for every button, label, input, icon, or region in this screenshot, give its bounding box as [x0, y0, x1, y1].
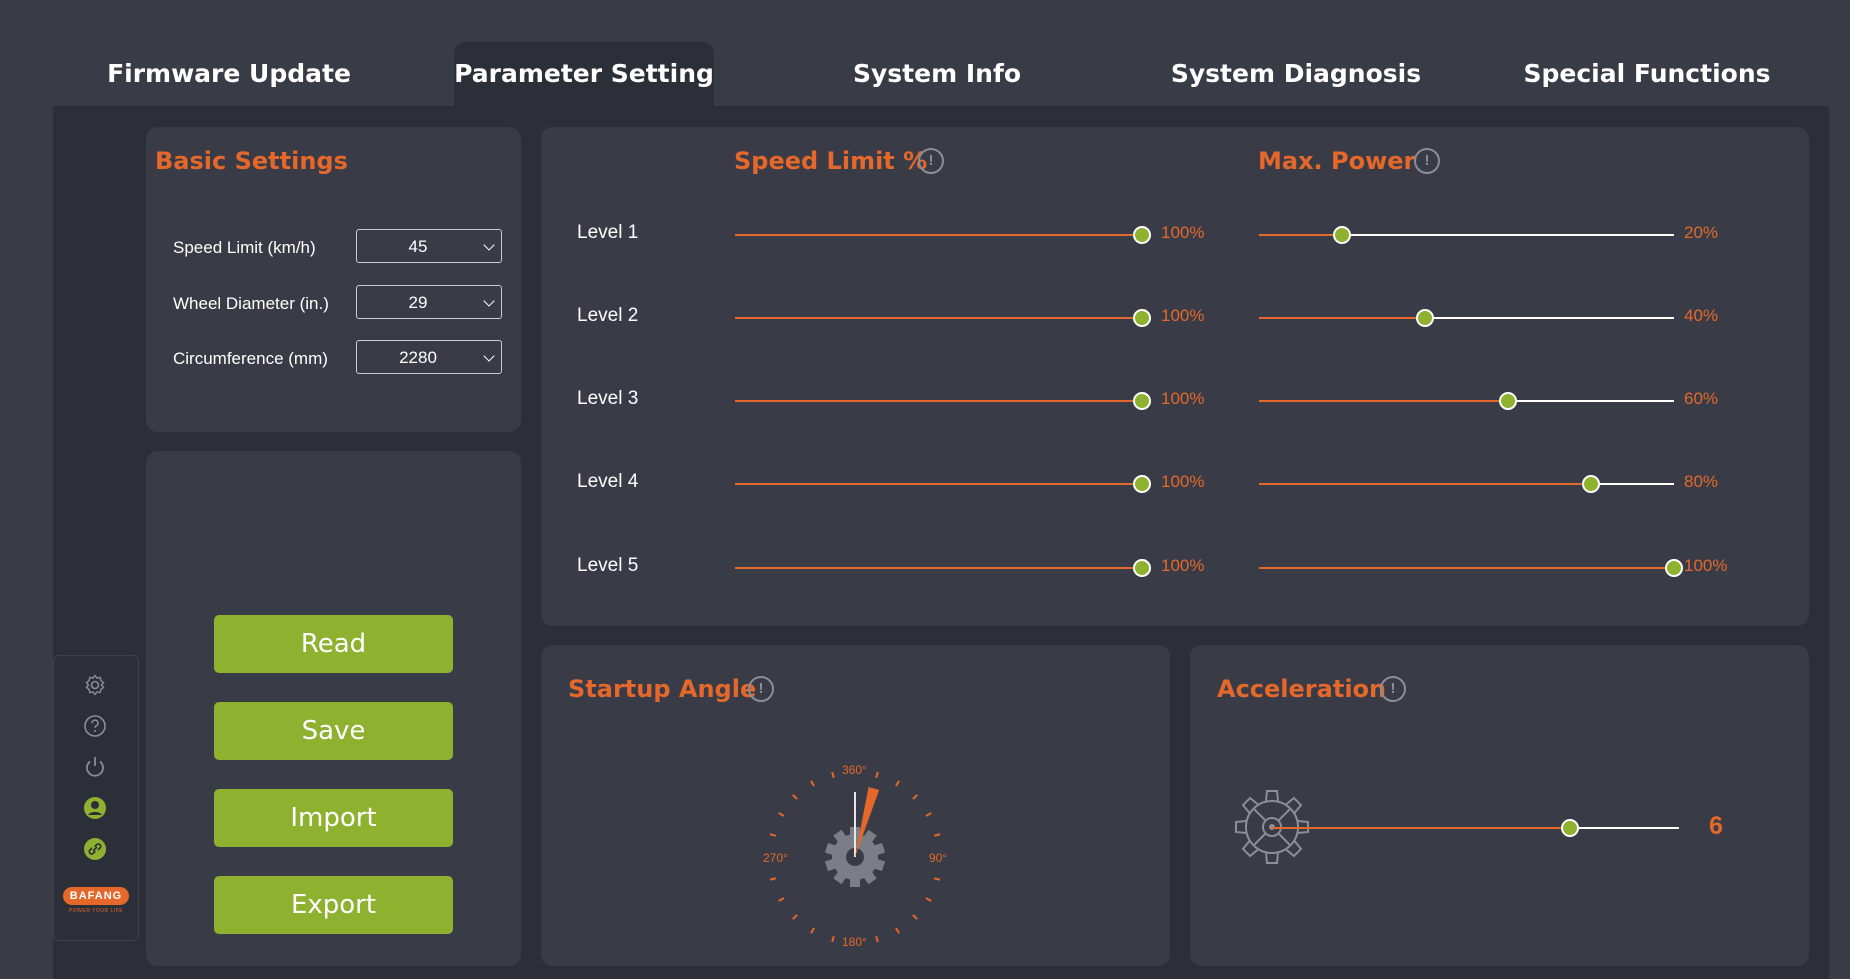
tab-firmware-update[interactable]: Firmware Update	[104, 42, 354, 106]
speed-limit-slider-thumb[interactable]	[1133, 392, 1151, 410]
tab-bar: Firmware Update Parameter Setting System…	[0, 0, 1850, 106]
bafang-logo: BAFANG	[63, 887, 129, 905]
max-power-slider-track[interactable]	[1591, 483, 1674, 485]
max-power-slider-thumb[interactable]	[1333, 226, 1351, 244]
speed-limit-select[interactable]: 45	[356, 229, 502, 263]
wheel-diameter-value: 29	[408, 293, 428, 312]
speed-limit-slider-thumb[interactable]	[1133, 226, 1151, 244]
max-power-slider-fill	[1259, 483, 1591, 485]
speed-limit-slider-fill	[735, 567, 1142, 569]
info-icon[interactable]: !	[1414, 148, 1440, 174]
link-icon[interactable]	[83, 837, 107, 861]
level-label: Level 4	[577, 471, 639, 492]
export-button[interactable]: Export	[214, 876, 453, 934]
tab-special-functions[interactable]: Special Functions	[1520, 42, 1774, 106]
speed-limit-slider-thumb[interactable]	[1133, 309, 1151, 327]
basic-settings-title: Basic Settings	[155, 147, 348, 175]
wheel-diameter-label: Wheel Diameter (in.)	[173, 294, 329, 313]
chevron-down-icon	[483, 295, 495, 307]
dial-label-top: 360°	[842, 763, 867, 777]
max-power-slider-thumb[interactable]	[1665, 559, 1683, 577]
chevron-down-icon	[483, 350, 495, 362]
levels-panel	[541, 127, 1809, 626]
max-power-slider-thumb[interactable]	[1416, 309, 1434, 327]
acceleration-slider-track[interactable]	[1570, 827, 1679, 829]
max-power-slider-track[interactable]	[1508, 400, 1674, 402]
wheel-diameter-select[interactable]: 29	[356, 285, 502, 319]
max-power-percent: 20%	[1684, 223, 1719, 242]
gear-icon[interactable]	[83, 673, 107, 697]
max-power-slider-fill	[1259, 567, 1674, 569]
dial-label-right: 90°	[929, 851, 948, 865]
speed-limit-slider-fill	[735, 317, 1142, 319]
level-label: Level 1	[577, 222, 639, 243]
logo-tagline: POWER YOUR LIFE	[68, 908, 124, 914]
chevron-down-icon	[483, 239, 495, 251]
acceleration-title: Acceleration	[1217, 675, 1387, 703]
tab-system-diagnosis[interactable]: System Diagnosis	[1166, 42, 1426, 106]
circumference-label: Circumference (mm)	[173, 349, 328, 368]
read-button[interactable]: Read	[214, 615, 453, 673]
info-icon[interactable]: !	[748, 676, 774, 702]
info-icon[interactable]: !	[1380, 676, 1406, 702]
max-power-title: Max. Power	[1258, 147, 1416, 175]
user-icon[interactable]	[83, 796, 107, 820]
speed-limit-slider-thumb[interactable]	[1133, 475, 1151, 493]
max-power-slider-fill	[1259, 400, 1508, 402]
max-power-percent: 40%	[1684, 306, 1719, 325]
acceleration-slider-thumb[interactable]	[1561, 819, 1579, 837]
circumference-select[interactable]: 2280	[356, 340, 502, 374]
speed-limit-slider-fill	[735, 234, 1142, 236]
max-power-slider-fill	[1259, 234, 1342, 236]
speed-limit-title: Speed Limit %	[734, 147, 928, 175]
speed-limit-percent: 100%	[1161, 223, 1205, 242]
import-button[interactable]: Import	[214, 789, 453, 847]
level-label: Level 2	[577, 305, 639, 326]
max-power-slider-track[interactable]	[1425, 317, 1674, 319]
max-power-slider-fill	[1259, 317, 1425, 319]
speed-limit-slider-thumb[interactable]	[1133, 559, 1151, 577]
max-power-slider-thumb[interactable]	[1499, 392, 1517, 410]
acceleration-value: 6	[1709, 812, 1723, 840]
help-icon[interactable]	[83, 714, 107, 738]
acceleration-slider-fill	[1272, 827, 1570, 829]
sidebar: BAFANG POWER YOUR LIFE	[53, 655, 139, 941]
tab-parameter-setting[interactable]: Parameter Setting	[454, 42, 714, 106]
speed-limit-label: Speed Limit (km/h)	[173, 238, 316, 257]
speed-limit-slider-fill	[735, 483, 1142, 485]
max-power-percent: 100%	[1684, 556, 1728, 575]
dial-label-left: 270°	[763, 851, 788, 865]
level-label: Level 5	[577, 555, 639, 576]
startup-angle-title: Startup Angle	[568, 675, 757, 703]
max-power-percent: 80%	[1684, 472, 1719, 491]
speed-limit-slider-fill	[735, 400, 1142, 402]
max-power-slider-thumb[interactable]	[1582, 475, 1600, 493]
dial-label-bottom: 180°	[842, 935, 867, 949]
save-button[interactable]: Save	[214, 702, 453, 760]
max-power-percent: 60%	[1684, 389, 1719, 408]
power-icon[interactable]	[83, 755, 107, 779]
speed-limit-percent: 100%	[1161, 306, 1205, 325]
tab-system-info[interactable]: System Info	[812, 42, 1062, 106]
speed-limit-percent: 100%	[1161, 389, 1205, 408]
startup-angle-dial[interactable]	[760, 762, 950, 952]
level-label: Level 3	[577, 388, 639, 409]
speed-limit-percent: 100%	[1161, 472, 1205, 491]
info-icon[interactable]: !	[918, 148, 944, 174]
circumference-value: 2280	[399, 348, 437, 367]
speed-limit-value: 45	[408, 237, 428, 256]
speed-limit-percent: 100%	[1161, 556, 1205, 575]
max-power-slider-track[interactable]	[1342, 234, 1674, 236]
